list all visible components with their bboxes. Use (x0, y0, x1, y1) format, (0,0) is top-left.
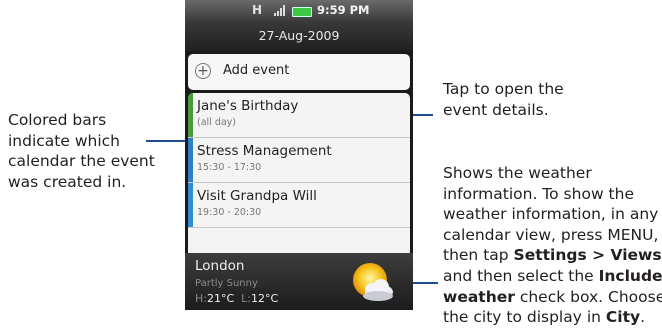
callout-text: . (640, 308, 646, 327)
left-pointer-line (146, 140, 186, 142)
high-temp: 21°C (206, 292, 235, 305)
callout-line: calendar view, press MENU, (443, 225, 659, 244)
event-title: Stress Management (197, 143, 332, 159)
callout-text: then tap (443, 246, 514, 265)
add-event-label: Add event (223, 63, 290, 78)
low-temp: 12°C (251, 292, 279, 305)
colored-bars-callout: Colored bars indicate which calendar the… (8, 110, 155, 192)
event-item[interactable]: Stress Management 15:30 - 17:30 (188, 138, 410, 183)
callout-line: weather information, in any (443, 205, 659, 224)
partly-sunny-icon (353, 263, 393, 301)
event-time: 19:30 - 20:30 (197, 207, 262, 218)
weather-bar[interactable]: London Partly Sunny H:21°C L:12°C (185, 253, 413, 310)
callout-text: and then select the (443, 266, 599, 285)
event-item[interactable]: Jane's Birthday (all day) (188, 93, 410, 138)
battery-icon (292, 7, 312, 17)
callout-line: was created in. (8, 172, 127, 191)
calendar-color-bar (188, 138, 193, 182)
event-list: Jane's Birthday (all day) Stress Managem… (188, 93, 410, 278)
callout-line: Tap to open the (443, 80, 564, 98)
callout-line: Shows the weather (443, 164, 592, 182)
signal-strength-icon (274, 5, 285, 16)
weather-callout: Shows the weather information. To show t… (443, 163, 662, 328)
tap-event-callout: Tap to open the event details. (443, 79, 564, 120)
event-title: Visit Grandpa Will (197, 188, 317, 204)
weather-condition: Partly Sunny (195, 278, 258, 289)
callout-line: event details. (443, 100, 549, 119)
high-label: H: (195, 292, 207, 305)
event-time: 15:30 - 17:30 (197, 162, 262, 173)
event-title: Jane's Birthday (197, 98, 299, 114)
event-time: (all day) (197, 117, 237, 128)
callout-line: indicate which (8, 131, 120, 150)
plus-icon: + (195, 63, 211, 79)
callout-line: information. To show the (443, 184, 634, 203)
callout-bold-text: weather (443, 287, 515, 306)
callout-text: check box. Choose (514, 287, 662, 306)
callout-bold-text: City (605, 308, 641, 327)
weather-city: London (195, 258, 245, 274)
callout-line: and then select the Include (443, 266, 662, 287)
callout-line: the city to display in City. (443, 307, 662, 328)
callout-line: weather check box. Choose (443, 287, 662, 308)
callout-line: Colored bars (8, 111, 107, 129)
date-header[interactable]: 27-Aug-2009 (185, 21, 413, 51)
callout-line: then tap Settings > Views (443, 245, 662, 266)
calendar-color-bar (188, 93, 193, 137)
calendar-color-bar (188, 183, 193, 227)
status-bar: H 9:59 PM (185, 0, 413, 21)
add-event-button[interactable]: + Add event (188, 54, 410, 90)
status-time: 9:59 PM (317, 3, 370, 17)
callout-bold-text: Settings > Views (513, 246, 662, 265)
callout-bold-text: Include (598, 266, 662, 285)
weather-temps: H:21°C L:12°C (195, 292, 278, 305)
hsdpa-icon: H (252, 3, 263, 17)
event-item[interactable]: Visit Grandpa Will 19:30 - 20:30 (188, 183, 410, 228)
callout-text: the city to display in (443, 308, 606, 327)
phone-screen: H 9:59 PM 27-Aug-2009 + Add event Jane's… (185, 0, 413, 310)
callout-line: calendar the event (8, 152, 155, 171)
low-label: L: (241, 292, 252, 305)
